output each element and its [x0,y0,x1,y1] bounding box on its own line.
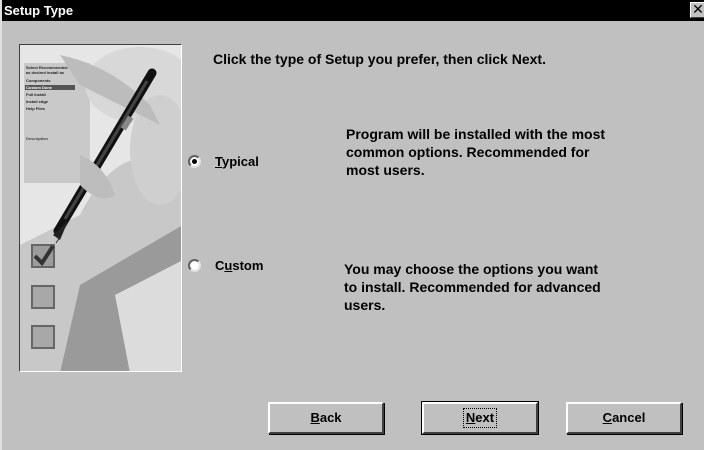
typical-mnemonic: T [215,154,222,169]
custom-description: You may choose the options you want to i… [344,260,601,314]
typical-label-rest: ypical [221,154,259,169]
setup-illustration: Select Recommended as desired install as… [19,44,182,372]
next-label-rest: ext [475,410,495,425]
typical-radio[interactable] [188,155,201,168]
art-text-3: Components [26,78,51,83]
back-button[interactable]: Back [268,402,384,434]
typical-desc-line-3: most users. [346,162,425,178]
custom-label[interactable]: Custom [215,258,263,273]
radio-selected-dot [192,159,197,164]
setup-type-dialog: Setup Type ✕ Select Recommended as desir… [0,0,704,450]
back-label-rest: ack [319,410,342,425]
art-text-7: Help Files [26,106,46,111]
cancel-button[interactable]: Cancel [566,402,682,434]
custom-label-rest: stom [232,258,264,273]
custom-radio[interactable] [188,259,201,272]
art-text-6: Install edge [26,99,49,104]
next-focus-rect: Next [462,408,498,428]
window-title: Setup Type [4,3,74,18]
art-text-8: Description [26,136,49,141]
art-text-5: Full Install [26,92,46,97]
typical-description: Program will be installed with the most … [346,125,605,179]
cancel-label-rest: ancel [612,410,646,425]
custom-desc-line-2: to install. Recommended for advanced [344,279,601,295]
typical-desc-line-2: common options. Recommended for [346,144,590,160]
title-bar: Setup Type ✕ [2,0,704,21]
cancel-mnemonic: C [602,410,613,425]
pen-and-checkboxes-graphic: Select Recommended as desired install as… [20,45,181,371]
close-icon[interactable]: ✕ [690,2,704,18]
custom-desc-line-3: users. [344,297,386,313]
art-text-2: as desired install as [26,70,65,75]
back-mnemonic: B [310,410,320,425]
art-text-4: Custom Done [26,85,53,90]
custom-desc-line-1: You may choose the options you want [344,261,599,277]
next-mnemonic: N [465,410,476,425]
typical-label[interactable]: Typical [215,154,259,169]
instruction-text: Click the type of Setup you prefer, then… [213,51,546,67]
next-button[interactable]: Next [421,401,539,435]
typical-desc-line-1: Program will be installed with the most [346,126,606,142]
custom-label-prefix: C [215,258,225,273]
